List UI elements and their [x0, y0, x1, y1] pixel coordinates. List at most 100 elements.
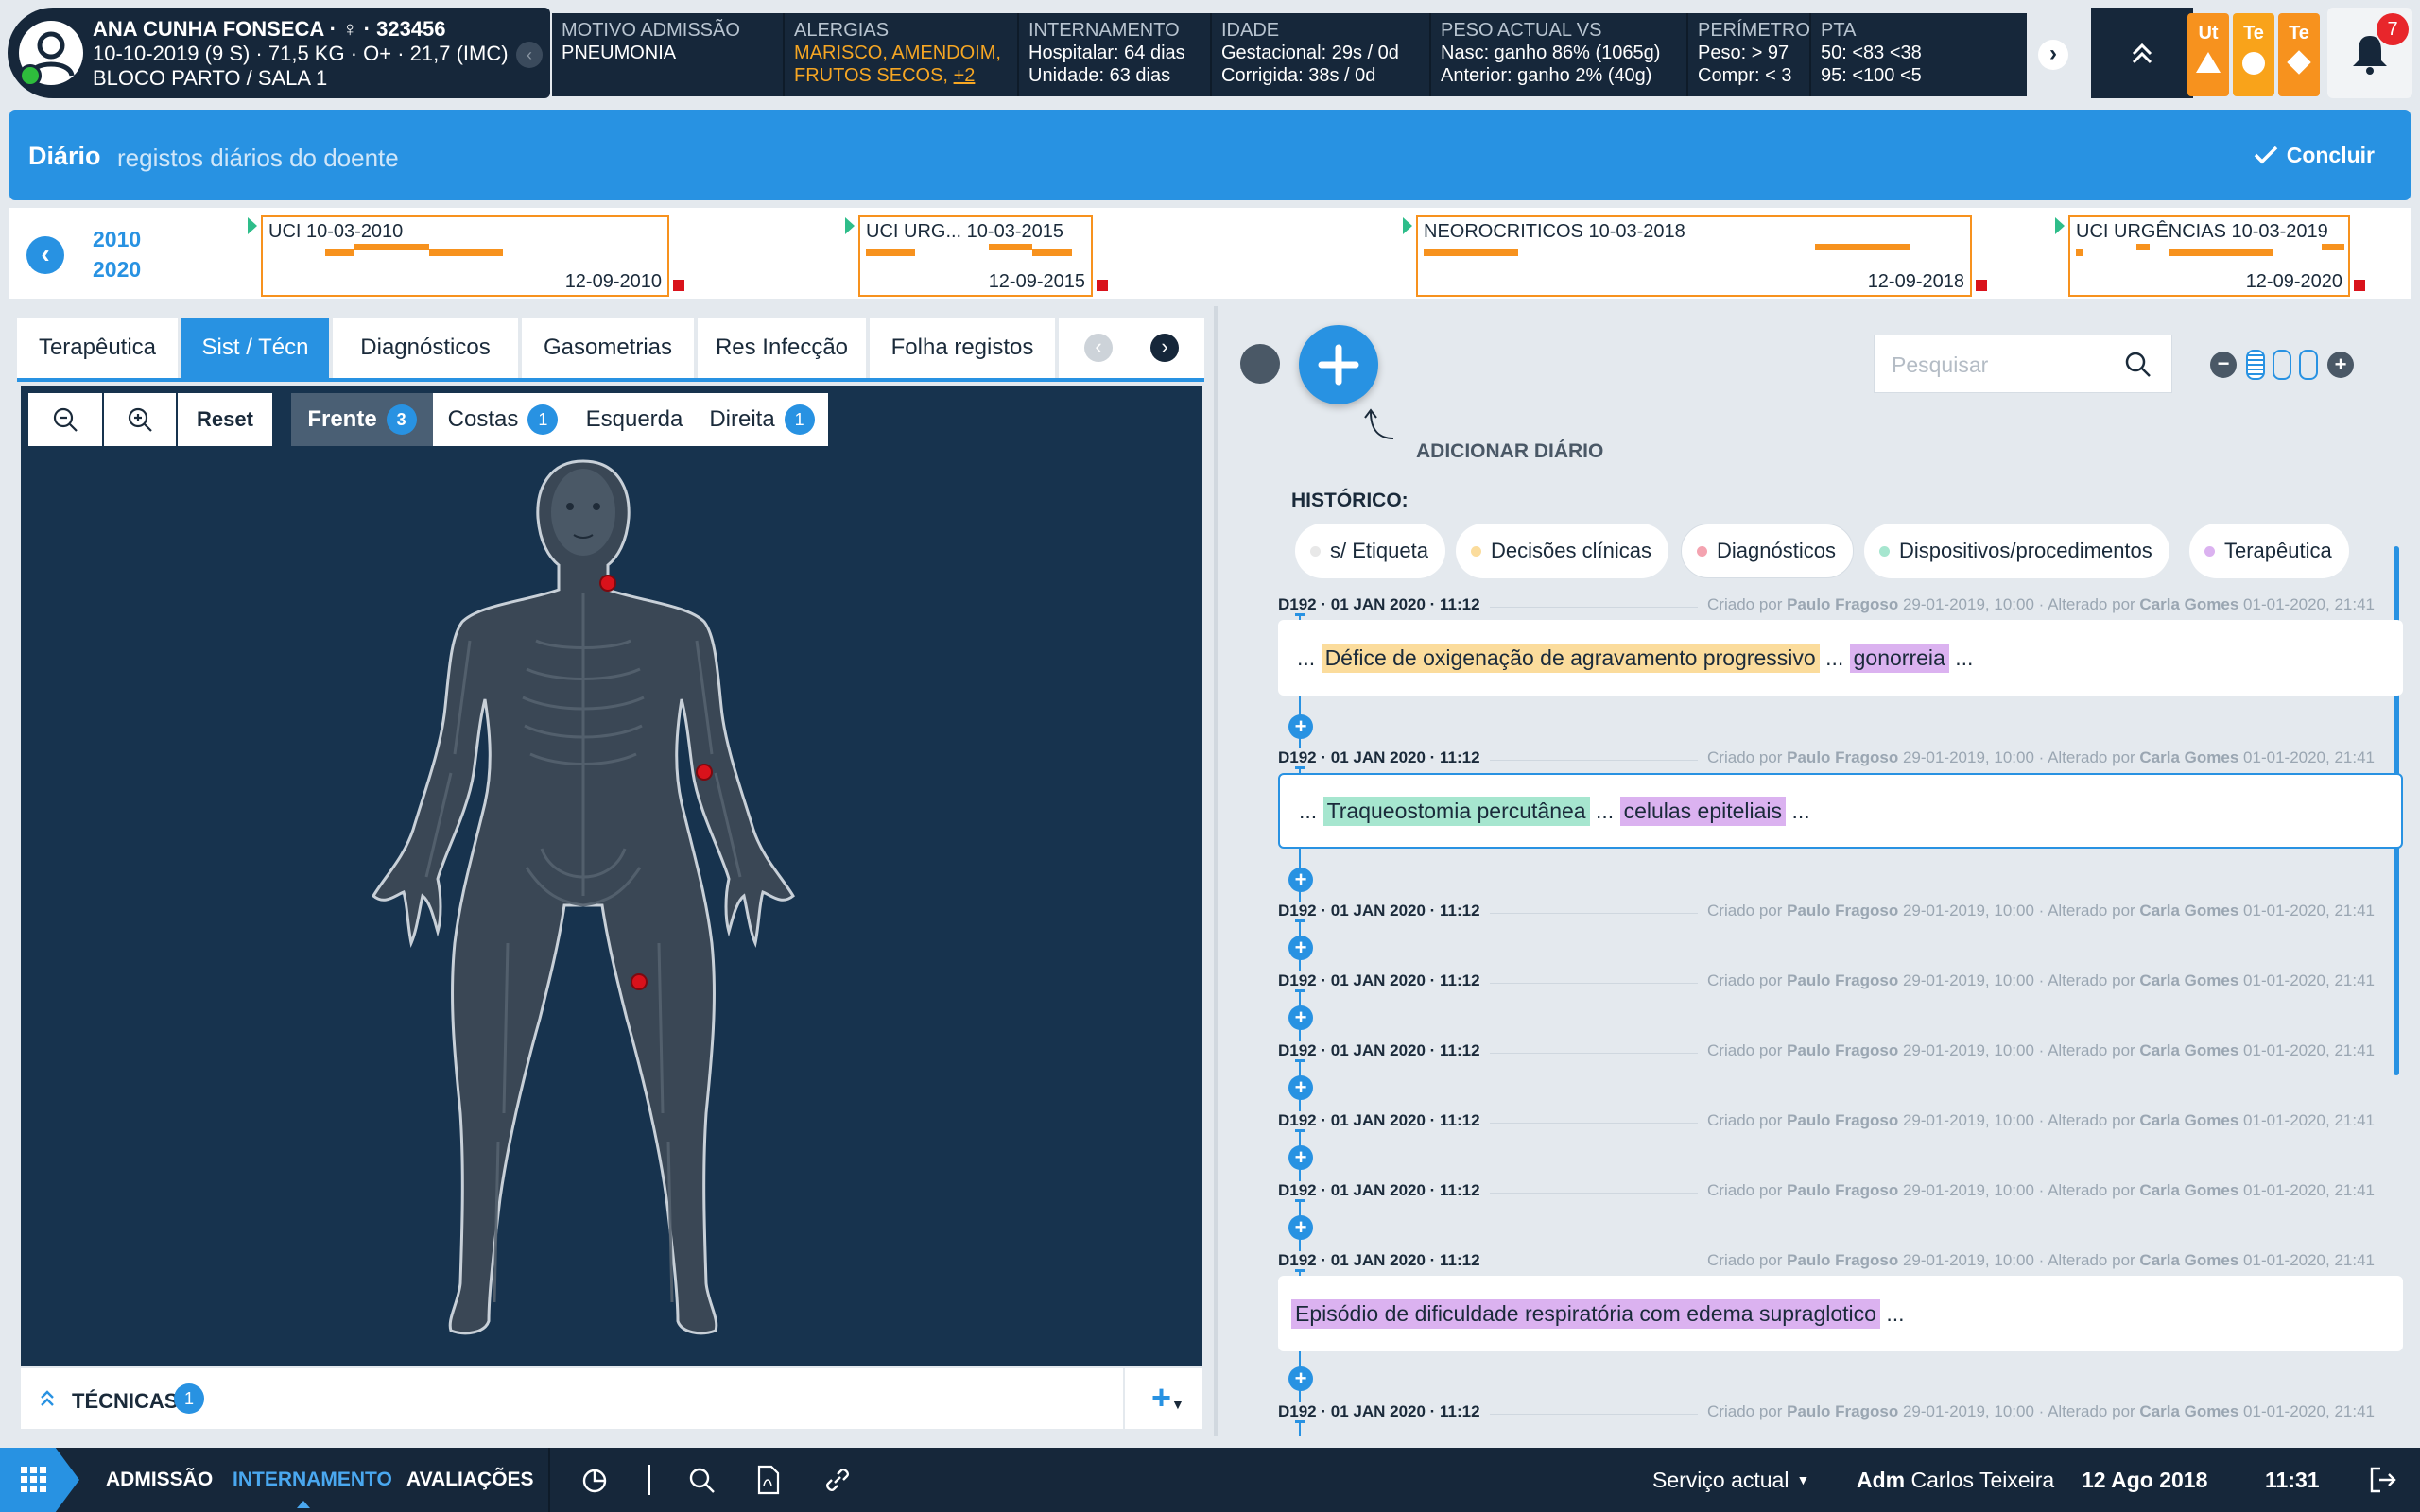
- entry-header[interactable]: D192 · 01 JAN 2020 · 11:12 Criado por Pau…: [1278, 902, 2375, 924]
- patient-details: 10-10-2019 (9 S) · 71,5 KG · O+ · 21,7 (…: [93, 42, 509, 65]
- conclude-button[interactable]: Concluir: [2253, 138, 2375, 172]
- chevron-left-icon[interactable]: ‹: [1084, 334, 1113, 362]
- tab-res-infeccao[interactable]: Res Infecção: [698, 318, 866, 378]
- body-marker-neck[interactable]: [599, 575, 616, 592]
- filter-chip-terapeutica[interactable]: Terapêutica: [2189, 524, 2349, 578]
- timeline-prev-button[interactable]: ‹: [26, 236, 64, 274]
- tecnicas-section[interactable]: TÉCNICAS 1 +▼: [21, 1368, 1202, 1429]
- timeline-segment[interactable]: NEOROCRITICOS 10-03-2018 12-09-2018: [1416, 215, 1972, 297]
- apps-grid-button[interactable]: [0, 1448, 79, 1512]
- diary-entry-card[interactable]: ... Défice de oxigenação de agravamento …: [1278, 620, 2403, 696]
- human-body-figure: [372, 459, 795, 1335]
- pie-chart-icon[interactable]: [580, 1467, 609, 1495]
- current-user[interactable]: Adm Carlos Teixeira: [1857, 1448, 2054, 1512]
- timeline-segment[interactable]: UCI URGÊNCIAS 10-03-2019 12-09-2020: [2068, 215, 2350, 297]
- entry-header[interactable]: D192 · 01 JAN 2020 · 11:12 Criado por Pau…: [1278, 1041, 2375, 1064]
- alert-tile-ut[interactable]: Ut: [2187, 13, 2229, 96]
- pdf-icon[interactable]: [756, 1465, 781, 1495]
- insert-entry-button[interactable]: +: [1288, 936, 1313, 960]
- body-marker-left-thigh[interactable]: [631, 973, 648, 990]
- alert-tile-te-2[interactable]: Te: [2278, 13, 2320, 96]
- reset-button[interactable]: Reset: [178, 393, 272, 446]
- timeline-segment[interactable]: UCI 10-03-2010 12-09-2010: [261, 215, 669, 297]
- patient-card[interactable]: ANA CUNHA FONSECA · ♀ · 323456 10-10-201…: [8, 8, 550, 98]
- density-option-1[interactable]: [2246, 350, 2265, 380]
- search-input[interactable]: Pesquisar: [1874, 335, 2172, 393]
- insert-entry-button[interactable]: +: [1288, 1005, 1313, 1030]
- nav-admissao[interactable]: ADMISSÃO: [106, 1448, 213, 1512]
- plus-icon: [1318, 344, 1359, 386]
- chevron-left-icon[interactable]: ‹: [516, 42, 543, 68]
- perimetro-cell: PERÍMETRO Peso: > 97 Compr: < 3: [1688, 13, 1811, 96]
- logout-icon[interactable]: [2367, 1465, 2397, 1495]
- add-diary-button[interactable]: [1299, 325, 1378, 404]
- density-option-3[interactable]: [2299, 350, 2318, 380]
- insert-entry-button[interactable]: +: [1288, 868, 1313, 892]
- body-marker-left-arm[interactable]: [696, 764, 713, 781]
- patient-name: ANA CUNHA FONSECA: [93, 17, 324, 41]
- diary-entry-card-selected[interactable]: ... Traqueostomia percutânea ... celulas…: [1278, 773, 2403, 849]
- alergias-cell[interactable]: ALERGIAS MARISCO, AMENDOIM, FRUTOS SECOS…: [785, 13, 1019, 96]
- entry-header: D192 · 01 JAN 2020 · 11:12 Criado por Pau…: [1278, 1251, 2375, 1270]
- diary-panel: ADICIONAR DIÁRIO Pesquisar − + HISTÓRICO…: [1221, 306, 2407, 1440]
- density-option-2[interactable]: [2273, 350, 2291, 380]
- diary-entry-card[interactable]: Episódio de dificuldade respiratória com…: [1278, 1276, 2403, 1351]
- search-icon[interactable]: [688, 1467, 717, 1495]
- zoom-out-button[interactable]: [28, 393, 102, 446]
- segment-start-marker: [1403, 217, 1412, 234]
- add-diary-label: ADICIONAR DIÁRIO: [1416, 440, 1604, 462]
- insert-entry-button[interactable]: +: [1288, 714, 1313, 739]
- tab-sist-tecn[interactable]: Sist / Técn: [182, 318, 329, 378]
- segment-end-marker: [2354, 280, 2365, 291]
- minus-circle-icon[interactable]: −: [2210, 352, 2237, 378]
- insert-entry-button[interactable]: +: [1288, 1215, 1313, 1240]
- nav-internamento[interactable]: INTERNAMENTO: [233, 1448, 392, 1512]
- timeline-year-end: 2020: [93, 257, 142, 282]
- tab-folha-registos[interactable]: Folha registos: [870, 318, 1055, 378]
- insert-entry-button[interactable]: +: [1288, 1366, 1313, 1391]
- motivo-cell: MOTIVO ADMISSÃO PNEUMONIA: [552, 13, 785, 96]
- search-icon[interactable]: [2124, 351, 2152, 379]
- diary-subtitle: registos diários do doente: [117, 144, 399, 172]
- zoom-in-button[interactable]: [104, 393, 176, 446]
- entry-header[interactable]: D192 · 01 JAN 2020 · 11:12 Criado por Pau…: [1278, 1402, 2375, 1425]
- triangle-icon: [2196, 52, 2221, 73]
- timeline-segment[interactable]: UCI URG... 10-03-2015 12-09-2015: [858, 215, 1093, 297]
- patient-id: 323456: [376, 17, 446, 41]
- filter-chip-diagnosticos[interactable]: Diagnósticos: [1681, 524, 1854, 578]
- filter-chip-sem-etiqueta[interactable]: s/ Etiqueta: [1295, 524, 1445, 578]
- service-selector[interactable]: Serviço actual ▼: [1652, 1448, 1809, 1512]
- check-icon: [2254, 146, 2277, 164]
- view-frente[interactable]: Frente 3: [291, 393, 433, 446]
- link-icon[interactable]: [822, 1465, 853, 1495]
- tab-gasometrias[interactable]: Gasometrias: [522, 318, 694, 378]
- collapse-up-icon[interactable]: [2091, 8, 2193, 98]
- segment-start-marker: [845, 217, 855, 234]
- tab-underline: [17, 378, 1204, 382]
- tecnicas-count-badge: 1: [174, 1383, 204, 1414]
- insert-entry-button[interactable]: +: [1288, 1145, 1313, 1170]
- chevron-right-icon[interactable]: ›: [2038, 40, 2068, 70]
- view-esquerda[interactable]: Esquerda: [573, 393, 696, 446]
- tab-diagnosticos[interactable]: Diagnósticos: [333, 318, 518, 378]
- filter-chip-decisoes[interactable]: Decisões clínicas: [1456, 524, 1668, 578]
- tab-terapeutica[interactable]: Terapêutica: [17, 318, 178, 378]
- chevron-right-icon[interactable]: ›: [1150, 334, 1179, 362]
- segment-start-marker: [2055, 217, 2065, 234]
- filter-chip-dispositivos[interactable]: Dispositivos/procedimentos: [1864, 524, 2169, 578]
- entry-header[interactable]: D192 · 01 JAN 2020 · 11:12 Criado por Pau…: [1278, 1181, 2375, 1204]
- entry-header[interactable]: D192 · 01 JAN 2020 · 11:12 Criado por Pau…: [1278, 1111, 2375, 1134]
- nav-avaliacoes[interactable]: AVALIAÇÕES: [406, 1448, 534, 1512]
- add-tecnica-button[interactable]: +▼: [1151, 1378, 1195, 1419]
- alergias-more-link[interactable]: +2: [954, 65, 976, 86]
- caret-down-icon: ▼: [1796, 1472, 1810, 1487]
- top-bar: ANA CUNHA FONSECA · ♀ · 323456 10-10-201…: [0, 0, 2420, 106]
- insert-entry-button[interactable]: +: [1288, 1075, 1313, 1100]
- entry-header[interactable]: D192 · 01 JAN 2020 · 11:12 Criado por Pau…: [1278, 971, 2375, 994]
- plus-circle-icon[interactable]: +: [2327, 352, 2354, 378]
- view-costas[interactable]: Costas 1: [433, 393, 573, 446]
- segment-end-marker: [1097, 280, 1108, 291]
- segment-start-marker: [248, 217, 257, 234]
- view-direita[interactable]: Direita 1: [696, 393, 828, 446]
- alert-tile-te-1[interactable]: Te: [2233, 13, 2274, 96]
